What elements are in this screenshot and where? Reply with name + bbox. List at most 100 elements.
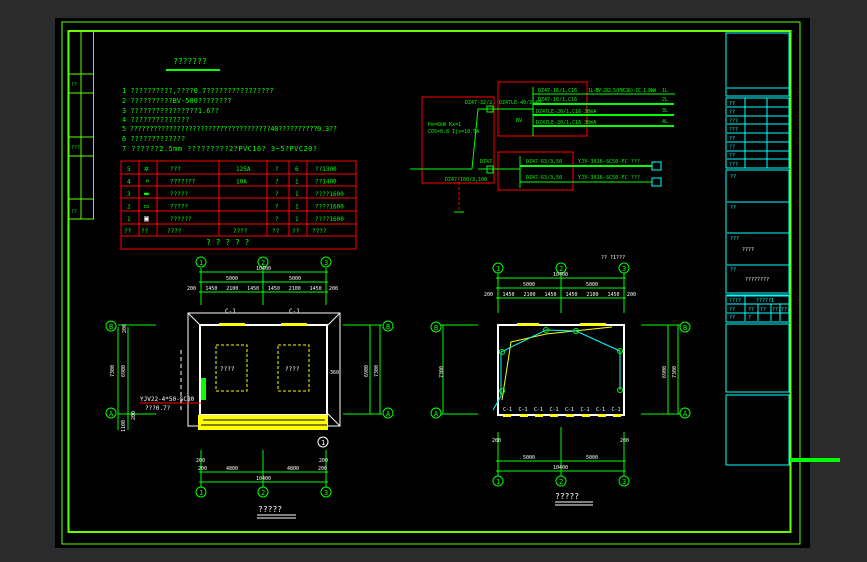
axis-label: 3 bbox=[324, 489, 328, 497]
axis-label: 2 bbox=[261, 489, 265, 497]
dimension: 200 bbox=[318, 466, 327, 472]
axis-label: 3 bbox=[622, 478, 626, 486]
table-cell: 2 bbox=[127, 204, 131, 211]
table-cell: 1 bbox=[295, 216, 299, 223]
dimension: 5000 bbox=[586, 455, 598, 461]
table-cell: 6 bbox=[295, 166, 299, 173]
dimension: 2100 bbox=[524, 292, 536, 298]
axis-label: 1 bbox=[199, 489, 203, 497]
dimension: 1100 bbox=[121, 420, 127, 432]
window-label: C-1 bbox=[225, 308, 236, 315]
dimension: 200 bbox=[187, 286, 196, 292]
branch-tag: 2L bbox=[662, 97, 668, 103]
table-cell: ????? bbox=[170, 204, 188, 211]
dimension: 2100 bbox=[587, 292, 599, 298]
branch-breaker: DZ47-16/1,C16 bbox=[538, 97, 577, 103]
window bbox=[580, 323, 606, 326]
dimension: 4800 bbox=[287, 466, 299, 472]
table-cell: ????1600 bbox=[315, 204, 344, 211]
dimension: 1450 bbox=[310, 286, 322, 292]
axis-label: 1 bbox=[496, 265, 500, 273]
distribution-panel bbox=[201, 378, 206, 400]
note-line: 3 ????????????????1.6?? bbox=[122, 107, 219, 115]
dimension: 7300 bbox=[672, 366, 678, 378]
drawing-name: ???????? bbox=[745, 277, 769, 283]
axis-label: 3 bbox=[324, 259, 328, 267]
branch-tag: 4L bbox=[662, 119, 668, 125]
dimension: 5000 bbox=[226, 276, 238, 282]
note-line: 7 ??????2.5mm ?????????2?PVC16? 3~5?PVC2… bbox=[122, 145, 317, 153]
table-cell: ? bbox=[275, 216, 279, 223]
table-cell: ????1600 bbox=[315, 191, 344, 198]
plan-note: ?? ?1??? bbox=[601, 255, 625, 261]
frame-tab bbox=[790, 458, 840, 462]
axis-label: B bbox=[683, 324, 687, 332]
sub-breaker: DZ47-63/3,50 bbox=[526, 159, 562, 165]
table-cell: 10A bbox=[236, 179, 247, 186]
sub-cable: YJV-3X16-SC50-FC ??? bbox=[578, 175, 640, 181]
dimension: 200 bbox=[627, 292, 636, 298]
tb-row-label: ??? bbox=[729, 127, 738, 133]
dimension: 200 bbox=[484, 292, 493, 298]
dimension: 5000 bbox=[289, 276, 301, 282]
tb-section-label: ?? bbox=[730, 174, 736, 180]
tb-row-label: ?? bbox=[729, 136, 735, 142]
tb-footer-label: ?? bbox=[729, 315, 735, 321]
window-label: C-1 bbox=[565, 407, 574, 413]
dimension: 1450 bbox=[608, 292, 620, 298]
branch-cable: 1L-BV-2X2.5(PVC16)-CC 1.0kW bbox=[588, 88, 657, 94]
table-cell: 1 bbox=[295, 191, 299, 198]
table-header-cell: ?? bbox=[141, 228, 149, 235]
axis-label: 1 bbox=[496, 478, 500, 486]
dimension: 10400 bbox=[256, 266, 271, 272]
dimension: 5000 bbox=[523, 455, 535, 461]
note-line: 6 ????????????? bbox=[122, 135, 185, 143]
dimension: 200 bbox=[492, 438, 501, 444]
table-header-cell: ???? bbox=[312, 228, 327, 235]
dimension: 360 bbox=[330, 370, 339, 376]
window-label: C-1 bbox=[581, 407, 590, 413]
strip-label: ??? bbox=[71, 145, 80, 151]
dimension: 10400 bbox=[553, 272, 568, 278]
table-cell: 1 bbox=[127, 216, 131, 223]
tb-section-label: ?? bbox=[730, 205, 736, 211]
tb-footer-label: ?????? bbox=[772, 307, 790, 313]
cad-drawing-canvas[interactable]: ?? ??? ?? ??????? 1 ??????????,????0.7??… bbox=[0, 0, 867, 562]
note-line: 2 ??????????BV-500???????? bbox=[122, 97, 232, 105]
note-line: 4 ?????????????? bbox=[122, 116, 189, 124]
sub-cable: YJV-3X16-SC50-FC ??? bbox=[578, 159, 640, 165]
dimension: 2100 bbox=[289, 286, 301, 292]
project-name: ???? bbox=[742, 247, 754, 253]
table-cell: 3 bbox=[127, 191, 131, 198]
table-cell: ? bbox=[275, 179, 279, 186]
dimension: 4800 bbox=[226, 466, 238, 472]
dimension: 1450 bbox=[566, 292, 578, 298]
dimension: 1450 bbox=[545, 292, 557, 298]
window-label: C-1 bbox=[534, 407, 543, 413]
dimension: 200 bbox=[620, 438, 629, 444]
tb-row-label: ?? bbox=[729, 145, 735, 151]
dimension: 7300 bbox=[110, 365, 116, 377]
axis-label: 3 bbox=[622, 265, 626, 273]
dimension: 5000 bbox=[586, 282, 598, 288]
room-label: ???? bbox=[220, 366, 235, 373]
table-cell: 4 bbox=[127, 179, 131, 186]
table-cell: ??1400 bbox=[315, 179, 337, 186]
tb-footer-label: ? bbox=[748, 315, 751, 321]
branch-breaker: DZ47LE-20/1,C16 30mA bbox=[536, 120, 596, 126]
main-branch-breaker: DZ47LE-40/2,30 bbox=[499, 100, 541, 106]
notes-title: ??????? bbox=[173, 57, 207, 66]
window bbox=[281, 323, 307, 326]
table-caption: ? ? ? ? ? bbox=[206, 238, 250, 247]
plan-title: ????? bbox=[258, 505, 282, 514]
table-cell: ? bbox=[275, 191, 279, 198]
tb-footer-label: ?????1 bbox=[756, 298, 774, 304]
sub-breaker-label: DZ47 bbox=[480, 159, 492, 165]
dimension: 200 bbox=[196, 458, 205, 464]
window-label: C-1 bbox=[289, 308, 300, 315]
window bbox=[517, 323, 539, 326]
tb-row-label: ?? bbox=[729, 153, 735, 159]
table-cell: ??1300 bbox=[315, 166, 337, 173]
window-label: C-1 bbox=[519, 407, 528, 413]
dimension: 2100 bbox=[226, 286, 238, 292]
